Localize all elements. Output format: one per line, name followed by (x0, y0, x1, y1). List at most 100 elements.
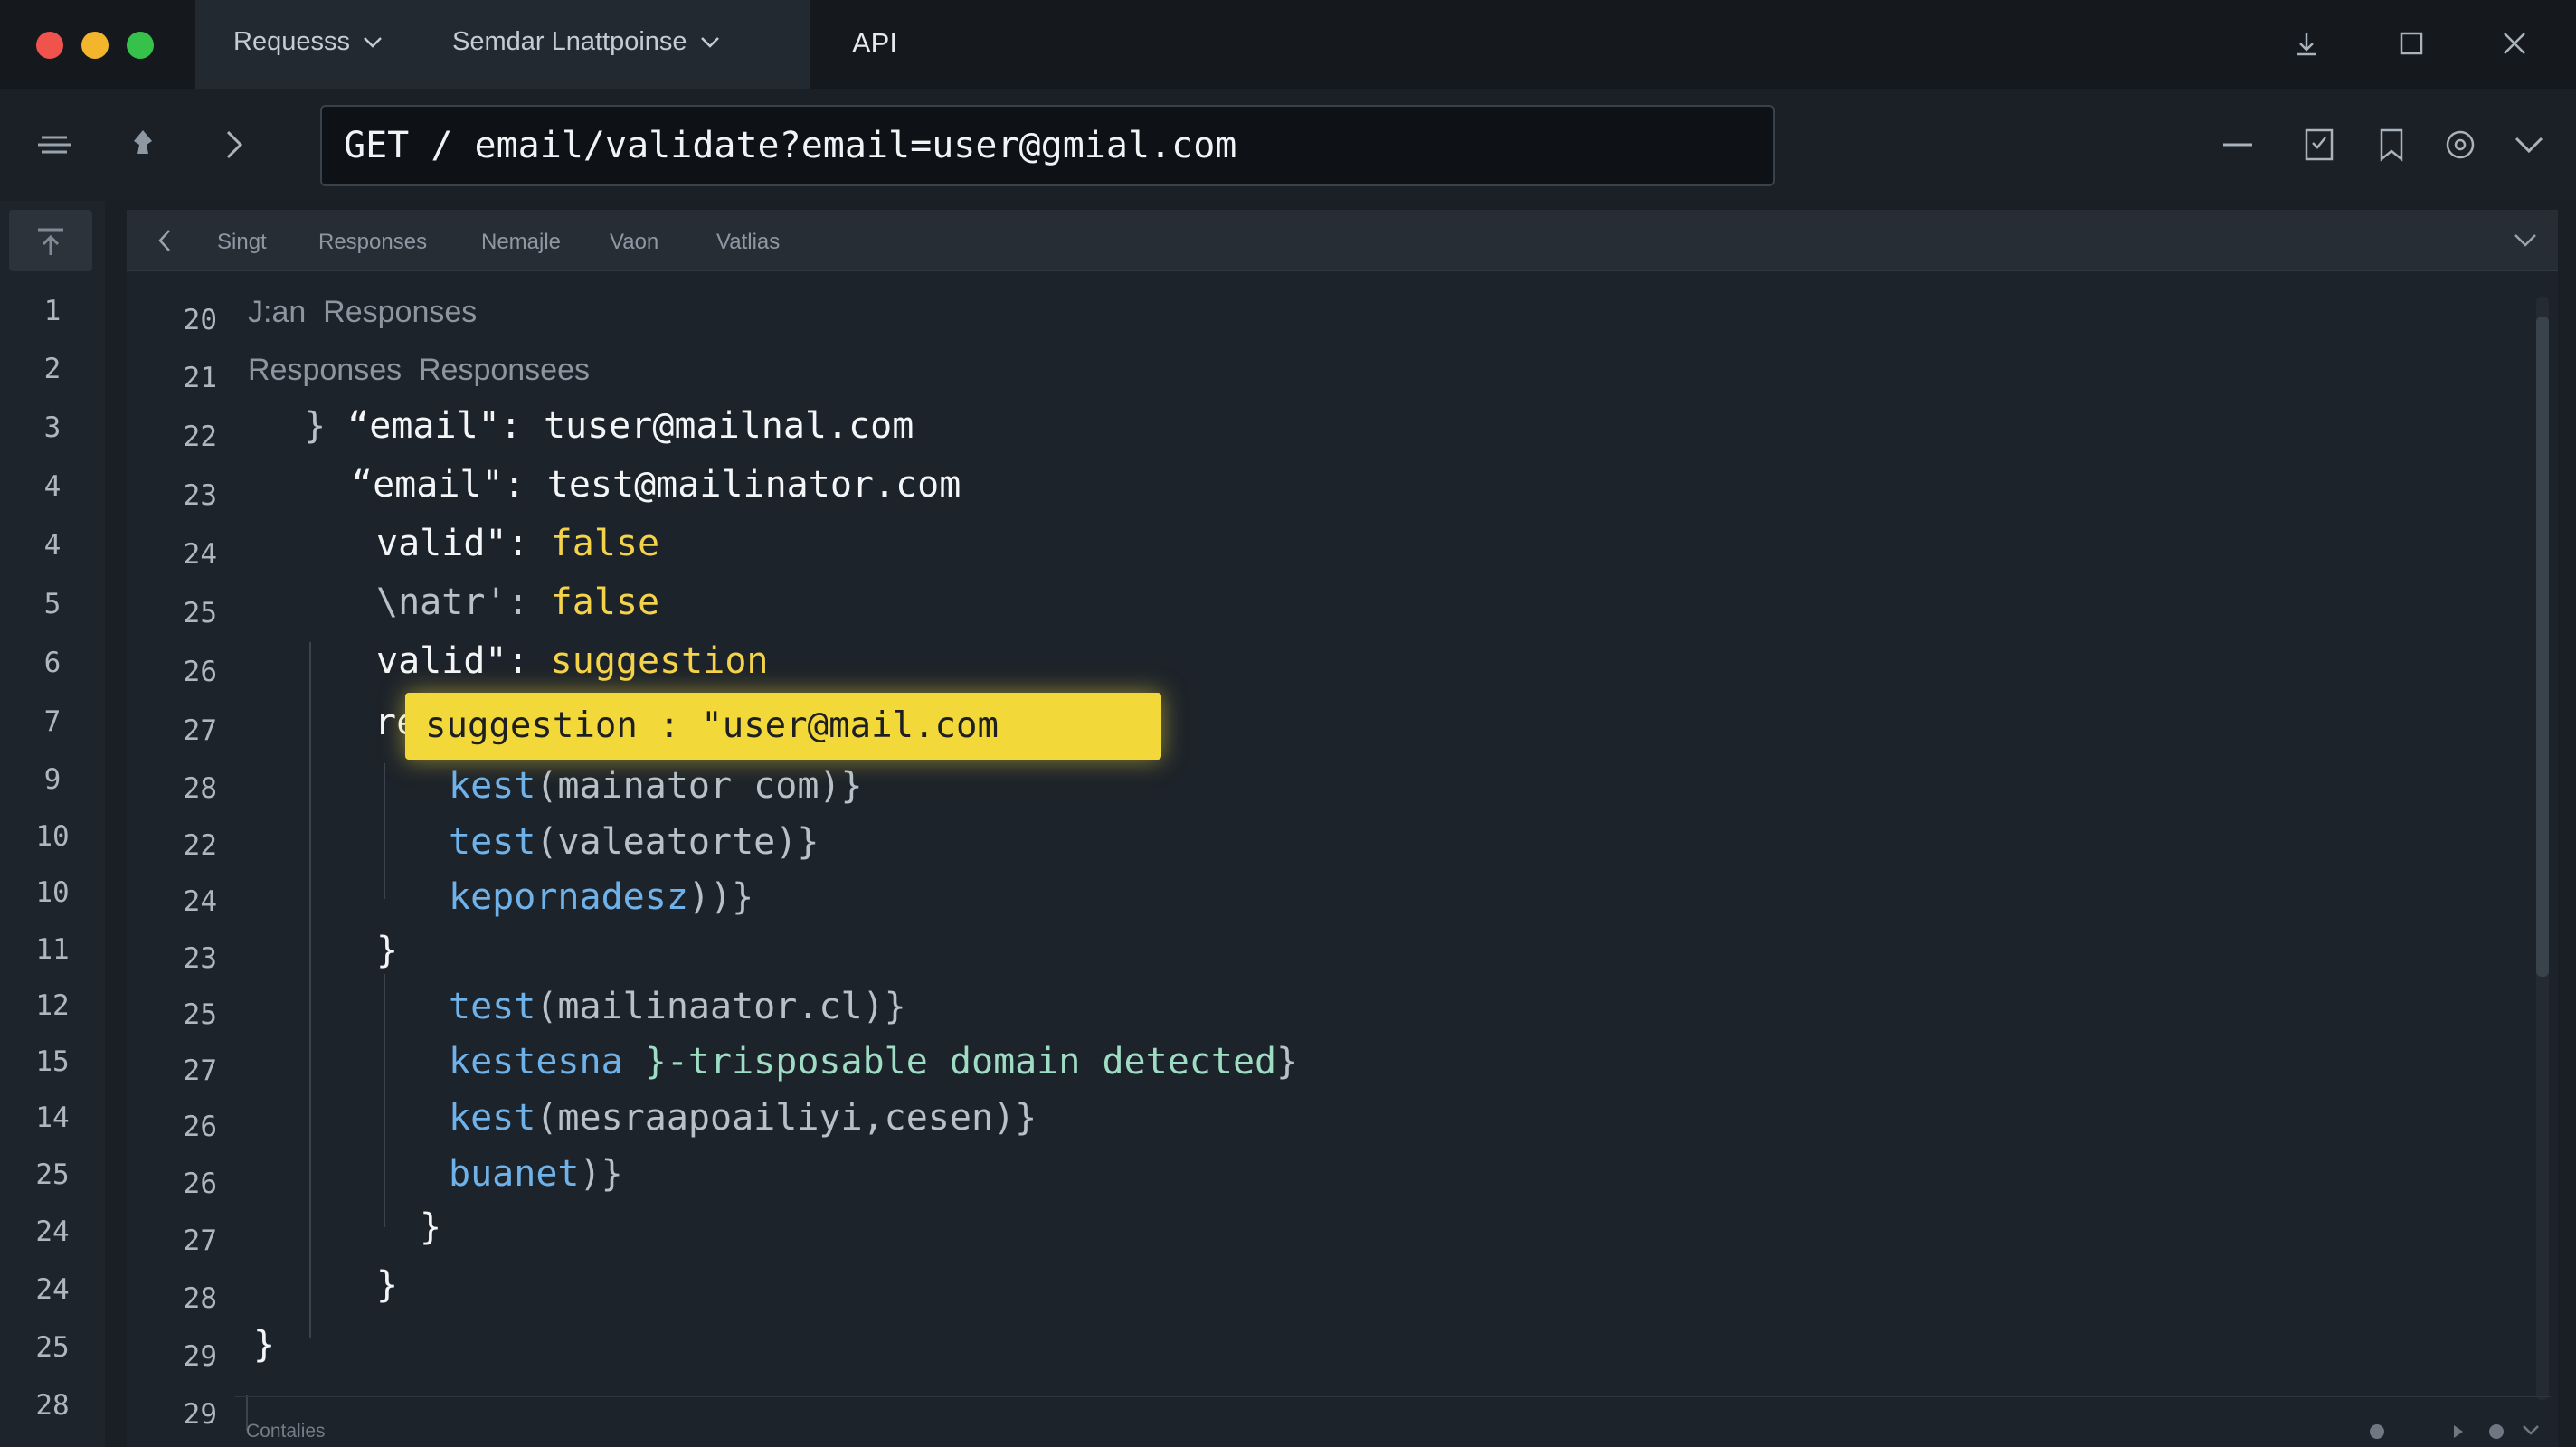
tab-requests[interactable]: Requesss (233, 27, 383, 57)
gutter-line-number: 14 (35, 1102, 70, 1134)
line-number: 29 (183, 1398, 217, 1431)
play-icon[interactable] (2451, 1423, 2466, 1441)
closing-brace: } (376, 930, 399, 971)
response-subtabs: Singt Responses Nemajle Vaon Vatlias (127, 210, 2558, 271)
code-line: buanet)} (449, 1153, 623, 1195)
line-number: 22 (183, 829, 217, 862)
subtab-2[interactable]: Nemajle (481, 230, 561, 255)
function-args: (mailinaator.cl)} (535, 986, 906, 1027)
collapse-up-icon (38, 228, 63, 255)
function-args: (valeatorte)} (535, 821, 819, 863)
chevron-down-icon[interactable] (2522, 1424, 2540, 1437)
closing-brace: } (253, 1324, 276, 1366)
tab-sender-endpoints[interactable]: Semdar Lnattpoinse (452, 27, 720, 57)
tab-requests-label: Requesss (233, 27, 350, 56)
gutter-line-number: 12 (35, 989, 70, 1022)
gutter-line-number: 2 (43, 353, 62, 385)
close-window-button[interactable] (36, 32, 63, 59)
suggestion-highlight[interactable]: suggestion : "user@mail.com (405, 693, 1161, 760)
line-number: 21 (183, 362, 217, 394)
tab-api[interactable]: API (852, 27, 897, 60)
gutter-collapse-button[interactable] (9, 210, 92, 271)
gutter-line-number: 7 (43, 705, 62, 738)
gutter-line-number: 15 (35, 1045, 70, 1078)
code-line-email-2: “email": test@mailinator.com (351, 464, 961, 506)
code-line: kepornadesz))} (449, 876, 753, 918)
function-name: buanet (449, 1153, 580, 1195)
gutter-line-number: 4 (43, 470, 62, 503)
line-number: 26 (183, 1111, 217, 1143)
gutter-line-number: 10 (35, 876, 70, 909)
brace: } (1276, 1041, 1299, 1083)
minimize-window-button[interactable] (81, 32, 109, 59)
request-tab-group: Requesss Semdar Lnattpoinse (195, 0, 810, 89)
line-number: 24 (183, 885, 217, 918)
status-indicator-icon (2370, 1424, 2384, 1439)
json-key: “email": (351, 464, 547, 506)
scrollbar-thumb[interactable] (2536, 317, 2549, 977)
gutter-line-number: 24 (35, 1215, 70, 1248)
left-gutter: 1 2 3 4 4 5 6 7 9 10 10 11 12 15 14 25 2… (0, 201, 105, 1447)
code-line-valid: valid": false (376, 523, 659, 564)
code-line-comment: Responses Responsees (248, 353, 591, 387)
gutter-line-number: 3 (43, 411, 62, 444)
zoom-window-button[interactable] (127, 32, 154, 59)
close-icon[interactable] (2496, 25, 2533, 61)
line-number: 23 (183, 479, 217, 512)
line-number: 27 (183, 1225, 217, 1257)
indent-guide (384, 974, 385, 1227)
line-number: 26 (183, 1168, 217, 1200)
menu-icon[interactable] (34, 125, 74, 165)
subtab-0[interactable]: Singt (217, 230, 267, 255)
chevron-down-icon[interactable] (2513, 230, 2538, 251)
line-number: 24 (183, 538, 217, 571)
title-bar: Requesss Semdar Lnattpoinse API (0, 0, 2576, 89)
gutter-line-number: 9 (43, 763, 62, 796)
json-value: suggestion (550, 640, 769, 682)
line-number: 25 (183, 597, 217, 629)
code-line-disposable: kestesna }-trisposable domain detected} (449, 1041, 1298, 1083)
brace: } (304, 405, 327, 447)
chevron-right-icon[interactable] (213, 125, 253, 165)
line-number: 23 (183, 942, 217, 975)
settings-icon[interactable] (2440, 125, 2480, 165)
code-line: test(valeatorte)} (449, 821, 819, 863)
maximize-icon[interactable] (2393, 25, 2429, 61)
function-name: kest (449, 1097, 536, 1139)
line-number: 27 (183, 714, 217, 747)
json-key: \natr': (376, 582, 551, 623)
function-args: (mainator com)} (535, 765, 863, 807)
code-line: test(mailinaator.cl)} (449, 986, 906, 1027)
gutter-line-number: 24 (35, 1273, 70, 1306)
gutter-line-number: 10 (35, 820, 70, 853)
pin-icon[interactable] (123, 125, 163, 165)
gutter-line-number: 25 (35, 1159, 70, 1191)
line-number: 25 (183, 998, 217, 1031)
chevron-left-icon[interactable] (156, 228, 174, 253)
subtab-responses[interactable]: Responses (318, 230, 427, 255)
function-name: kestesna (449, 1041, 645, 1083)
toolbar: GET / email/validate?email=user@gmial.co… (0, 89, 2576, 201)
minus-icon[interactable] (2218, 125, 2258, 165)
function-name: test (449, 986, 536, 1027)
code-line-natr: \natr': false (376, 582, 659, 623)
save-icon[interactable] (2299, 125, 2339, 165)
function-args: )} (579, 1153, 623, 1195)
json-value: false (550, 523, 660, 564)
tab-sender-label: Semdar Lnattpoinse (452, 27, 687, 56)
line-number: 27 (183, 1055, 217, 1087)
download-icon[interactable] (2288, 25, 2325, 61)
json-value: tuser@mailnal.com (543, 405, 914, 447)
chevron-down-icon[interactable] (2509, 125, 2549, 165)
function-name: test (449, 821, 536, 863)
gutter-line-number: 6 (43, 647, 62, 679)
request-url-input[interactable]: GET / email/validate?email=user@gmial.co… (320, 105, 1775, 186)
json-key: “email": (347, 405, 544, 447)
subtab-4[interactable]: Vatlias (716, 230, 780, 255)
bookmark-icon[interactable] (2372, 125, 2411, 165)
disposable-message: }-trisposable domain detected (644, 1041, 1277, 1083)
chevron-down-icon (363, 27, 383, 57)
subtab-3[interactable]: Vaon (610, 230, 658, 255)
json-value: test@mailinator.com (546, 464, 961, 506)
json-key: valid": (376, 640, 551, 682)
